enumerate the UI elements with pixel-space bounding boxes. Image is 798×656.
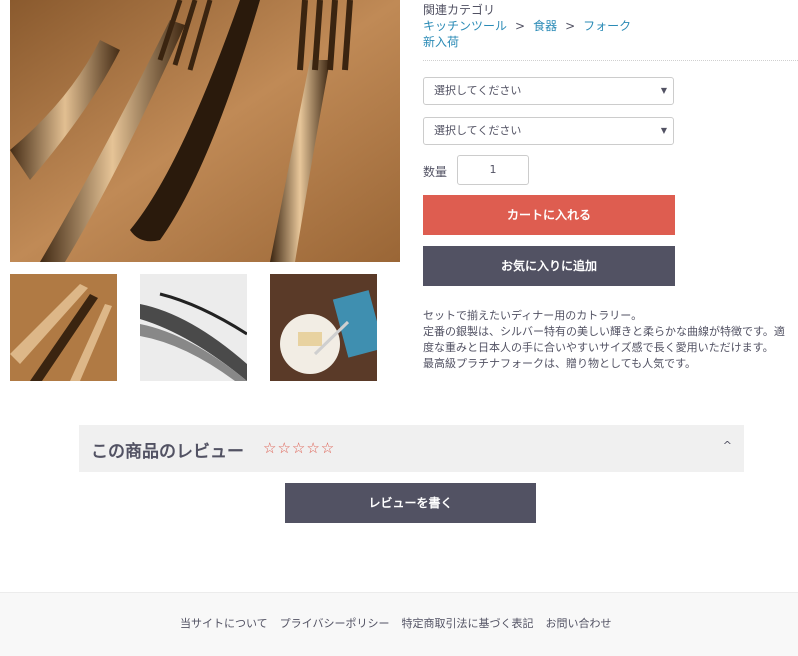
thumbnail-2[interactable]: [140, 274, 247, 381]
footer-links: 当サイトについて プライバシーポリシー 特定商取引法に基づく表記 お問い合わせ: [180, 615, 623, 631]
chevron-down-icon: ▼: [660, 126, 667, 135]
add-to-cart-button[interactable]: カートに入れる: [423, 195, 675, 235]
breadcrumb-separator: >: [515, 19, 526, 33]
product-description: セットで揃えたいディナー用のカトラリー。 定番の銀製は、シルバー特有の美しい輝き…: [423, 308, 798, 372]
description-line: 定番の銀製は、シルバー特有の美しい輝きと柔らかな曲線が特徴です。適: [423, 325, 785, 338]
chevron-down-icon: ▼: [660, 86, 667, 95]
breadcrumb-separator: >: [565, 19, 576, 33]
option-select-1-value: 選択してください: [434, 84, 522, 97]
footer-link-contact[interactable]: お問い合わせ: [545, 617, 611, 630]
star-rating-icon: ☆☆☆☆☆: [263, 439, 336, 457]
option-select-2[interactable]: 選択してください ▼: [423, 117, 674, 145]
divider: [423, 60, 798, 61]
quantity-input[interactable]: 1: [457, 155, 529, 185]
product-main-image: [10, 0, 400, 262]
option-select-2-value: 選択してください: [434, 124, 522, 137]
footer: 当サイトについて プライバシーポリシー 特定商取引法に基づく表記 お問い合わせ: [0, 592, 798, 656]
thumbnail-1[interactable]: [10, 274, 117, 381]
review-section-header[interactable]: この商品のレビュー ☆☆☆☆☆ ^: [79, 425, 744, 472]
new-arrival-link[interactable]: 新入荷: [423, 34, 459, 50]
thumbnail-3[interactable]: [270, 274, 377, 381]
add-to-favorites-button[interactable]: お気に入りに追加: [423, 246, 675, 286]
write-review-button[interactable]: レビューを書く: [285, 483, 536, 523]
footer-link-privacy[interactable]: プライバシーポリシー: [280, 617, 390, 630]
breadcrumb-tableware[interactable]: 食器: [533, 19, 557, 33]
breadcrumb-fork[interactable]: フォーク: [583, 19, 631, 33]
review-title: この商品のレビュー: [91, 442, 244, 462]
related-category-label: 関連カテゴリ: [423, 3, 496, 17]
description-line: 度な重みと日本人の手に合いやすいサイズ感で長く愛用いただけます。: [423, 341, 774, 354]
quantity-label: 数量: [423, 165, 448, 179]
option-select-1[interactable]: 選択してください ▼: [423, 77, 674, 105]
breadcrumb-kitchen-tools[interactable]: キッチンツール: [423, 19, 507, 33]
description-line: セットで揃えたいディナー用のカトラリー。: [423, 309, 643, 322]
category-breadcrumb: キッチンツール > 食器 > フォーク: [423, 18, 631, 34]
footer-link-tokusho[interactable]: 特定商取引法に基づく表記: [401, 617, 533, 630]
chevron-up-icon[interactable]: ^: [723, 439, 732, 452]
description-line: 最高級プラチナフォークは、贈り物としても人気です。: [423, 357, 697, 370]
footer-link-about[interactable]: 当サイトについて: [180, 617, 268, 630]
